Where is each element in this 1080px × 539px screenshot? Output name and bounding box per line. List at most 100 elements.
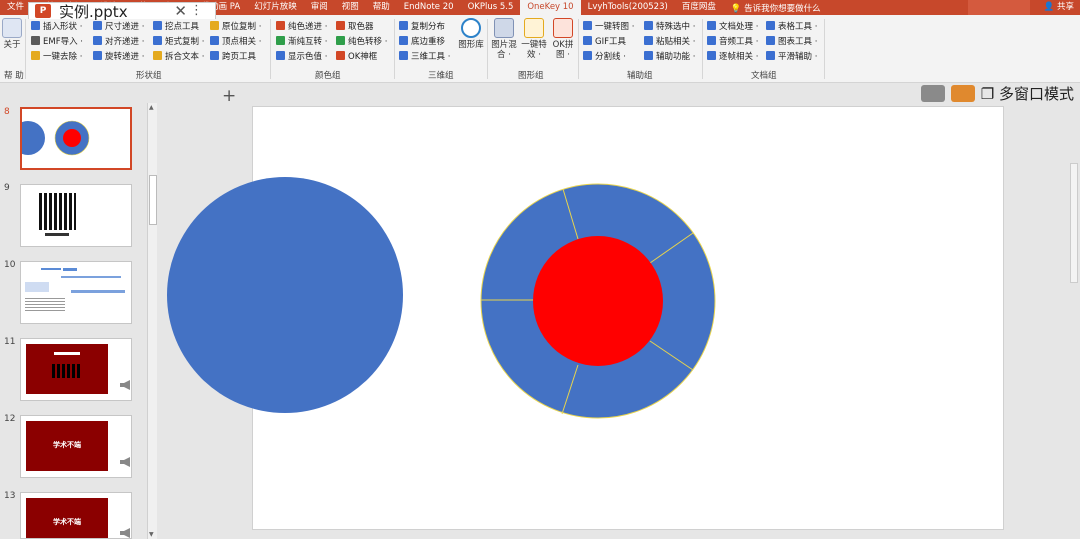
- menu-tab[interactable]: 帮助: [366, 0, 397, 15]
- group-separator: [25, 19, 26, 79]
- ribbon-tool-icon: [583, 51, 592, 60]
- editor-scroll-thumb[interactable]: [1070, 163, 1078, 283]
- ribbon-button[interactable]: 顶点相关 ·: [210, 33, 261, 48]
- ribbon-button-label: 底边重移: [411, 36, 446, 47]
- ribbon-button[interactable]: 对齐递进 ·: [93, 33, 144, 48]
- ribbon-button[interactable]: 纯色递进 ·: [276, 18, 327, 33]
- tell-me-box[interactable]: 💡 告诉我你想要做什么: [731, 2, 821, 14]
- scroll-down-icon[interactable]: ▼: [149, 531, 154, 538]
- ribbon-button-label: 特殊选中 ·: [656, 21, 696, 32]
- one-click-effect-button[interactable]: 一键特效 ·: [520, 18, 548, 60]
- menu-tab[interactable]: 审阅: [304, 0, 335, 15]
- slide-thumbnail-10[interactable]: [20, 261, 132, 324]
- close-tab-icon[interactable]: ✕: [174, 2, 187, 20]
- scroll-thumb[interactable]: [149, 175, 157, 225]
- document-tab[interactable]: P 实例.pptx ✕ ⋮: [28, 2, 216, 21]
- ribbon-button[interactable]: 挖点工具: [153, 18, 204, 33]
- thumb-line: [63, 268, 77, 271]
- ribbon-button[interactable]: 渐纯互转 ·: [276, 33, 327, 48]
- ribbon-button[interactable]: 平滑辅助 ·: [766, 48, 817, 63]
- ribbon-button-label: GIF工具: [595, 36, 626, 47]
- ribbon-button[interactable]: GIF工具: [583, 33, 634, 48]
- color-col2: 取色器 纯色转移 · OK神框: [336, 18, 387, 63]
- aux-group-label: 辅助组: [627, 71, 653, 81]
- ribbon-button-label: 逐帧相关 ·: [719, 51, 759, 62]
- ribbon-button[interactable]: 表格工具 ·: [766, 18, 817, 33]
- blue-circle-shape[interactable]: [167, 177, 403, 413]
- ribbon-button[interactable]: OK神框: [336, 48, 387, 63]
- ok-collage-button[interactable]: OK拼图 ·: [549, 18, 577, 60]
- ribbon-button[interactable]: 一键去除 ·: [31, 48, 83, 63]
- ribbon-button[interactable]: 原位复制 ·: [210, 18, 261, 33]
- ribbon-button[interactable]: 取色器: [336, 18, 387, 33]
- ribbon-button-label: 表格工具 ·: [778, 21, 818, 32]
- menu-tab[interactable]: 百度网盘: [675, 0, 723, 15]
- share-button[interactable]: 👤 共享: [1044, 0, 1074, 15]
- ribbon-button[interactable]: 逐帧相关 ·: [707, 48, 758, 63]
- slide-thumbnail-8[interactable]: [20, 107, 132, 170]
- ribbon-button[interactable]: 音频工具 ·: [707, 33, 758, 48]
- effect-icon: [524, 18, 544, 38]
- slide-thumbnail-9[interactable]: [20, 184, 132, 247]
- ribbon-tool-icon: [93, 36, 102, 45]
- menu-tab[interactable]: LvyhTools(200523): [581, 0, 675, 15]
- ribbon-button[interactable]: 一键转图 ·: [583, 18, 634, 33]
- group-separator: [824, 19, 825, 79]
- ring-chart-shape[interactable]: [480, 183, 716, 419]
- red-inner-circle[interactable]: [533, 236, 663, 366]
- ribbon-button-label: 挖点工具: [165, 21, 200, 32]
- menu-tab[interactable]: EndNote 20: [397, 0, 461, 15]
- ribbon-button[interactable]: 辅助功能 ·: [644, 48, 695, 63]
- ribbon-button[interactable]: EMF导入 ·: [31, 33, 83, 48]
- ribbon-button[interactable]: 复制分布: [399, 18, 450, 33]
- tab-more-icon[interactable]: ⋮: [190, 3, 203, 18]
- thumbnail-scrollbar[interactable]: ▲ ▼: [147, 103, 157, 539]
- ribbon-button[interactable]: 分割线 ·: [583, 48, 634, 63]
- settings-icon[interactable]: [920, 85, 945, 102]
- editor-scrollbar[interactable]: [1068, 103, 1080, 539]
- ribbon-tool-icon: [93, 21, 102, 30]
- multi-window-button[interactable]: ❐ 多窗口模式: [981, 83, 1080, 104]
- dark-red-slide: 学术不端: [26, 498, 108, 538]
- ribbon-tool-icon: [336, 21, 345, 30]
- powerpoint-icon: P: [35, 4, 51, 18]
- title-accent: [968, 0, 1030, 15]
- ribbon-tool-icon: [31, 21, 40, 30]
- slide-thumbnail-11[interactable]: [20, 338, 132, 401]
- slide-thumbnail-13[interactable]: 学术不端: [20, 492, 132, 539]
- image-blend-button[interactable]: 图片混合 ·: [490, 18, 518, 60]
- audio-icon[interactable]: [120, 457, 130, 467]
- dark-red-slide: 学术不端: [26, 421, 108, 471]
- menu-tab[interactable]: 文件: [0, 0, 31, 15]
- plugin-icon[interactable]: [950, 85, 975, 102]
- ribbon-button[interactable]: 三维工具 ·: [399, 48, 450, 63]
- audio-icon[interactable]: [120, 528, 130, 538]
- ribbon-button[interactable]: 矩式复制 ·: [153, 33, 204, 48]
- ribbon-button[interactable]: 跨页工具: [210, 48, 261, 63]
- ribbon-button[interactable]: 底边重移: [399, 33, 450, 48]
- ribbon-button[interactable]: 拆合文本 ·: [153, 48, 204, 63]
- scroll-up-icon[interactable]: ▲: [149, 104, 154, 111]
- ribbon-button-label: 粘贴相关 ·: [656, 36, 696, 47]
- menu-tab[interactable]: OKPlus 5.5: [461, 0, 521, 15]
- shape-library-button[interactable]: 图形库: [458, 18, 484, 50]
- ribbon-button[interactable]: 粘贴相关 ·: [644, 33, 695, 48]
- about-button[interactable]: 关于: [2, 18, 22, 50]
- menu-tab[interactable]: 视图: [335, 0, 366, 15]
- ribbon-button[interactable]: 旋转递进 ·: [93, 48, 144, 63]
- ribbon-tool-icon: [153, 36, 162, 45]
- ribbon-button-label: 辅助功能 ·: [656, 51, 696, 62]
- ribbon-button[interactable]: 图表工具 ·: [766, 33, 817, 48]
- ribbon-button[interactable]: 纯色转移 ·: [336, 33, 387, 48]
- ribbon-button[interactable]: 文档处理 ·: [707, 18, 758, 33]
- slide-shapes: [167, 177, 716, 419]
- menu-tab[interactable]: OneKey 10: [520, 0, 581, 15]
- ribbon-button[interactable]: 特殊选中 ·: [644, 18, 695, 33]
- doc-group-label: 文档组: [751, 71, 777, 81]
- menu-tab[interactable]: 幻灯片放映: [247, 0, 304, 15]
- ribbon-button[interactable]: 显示色值 ·: [276, 48, 327, 63]
- tell-me-text: 告诉我你想要做什么: [744, 3, 821, 14]
- ribbon-button-label: OK神框: [348, 51, 378, 62]
- slide-thumbnail-12[interactable]: 学术不端: [20, 415, 132, 478]
- audio-icon[interactable]: [120, 380, 130, 390]
